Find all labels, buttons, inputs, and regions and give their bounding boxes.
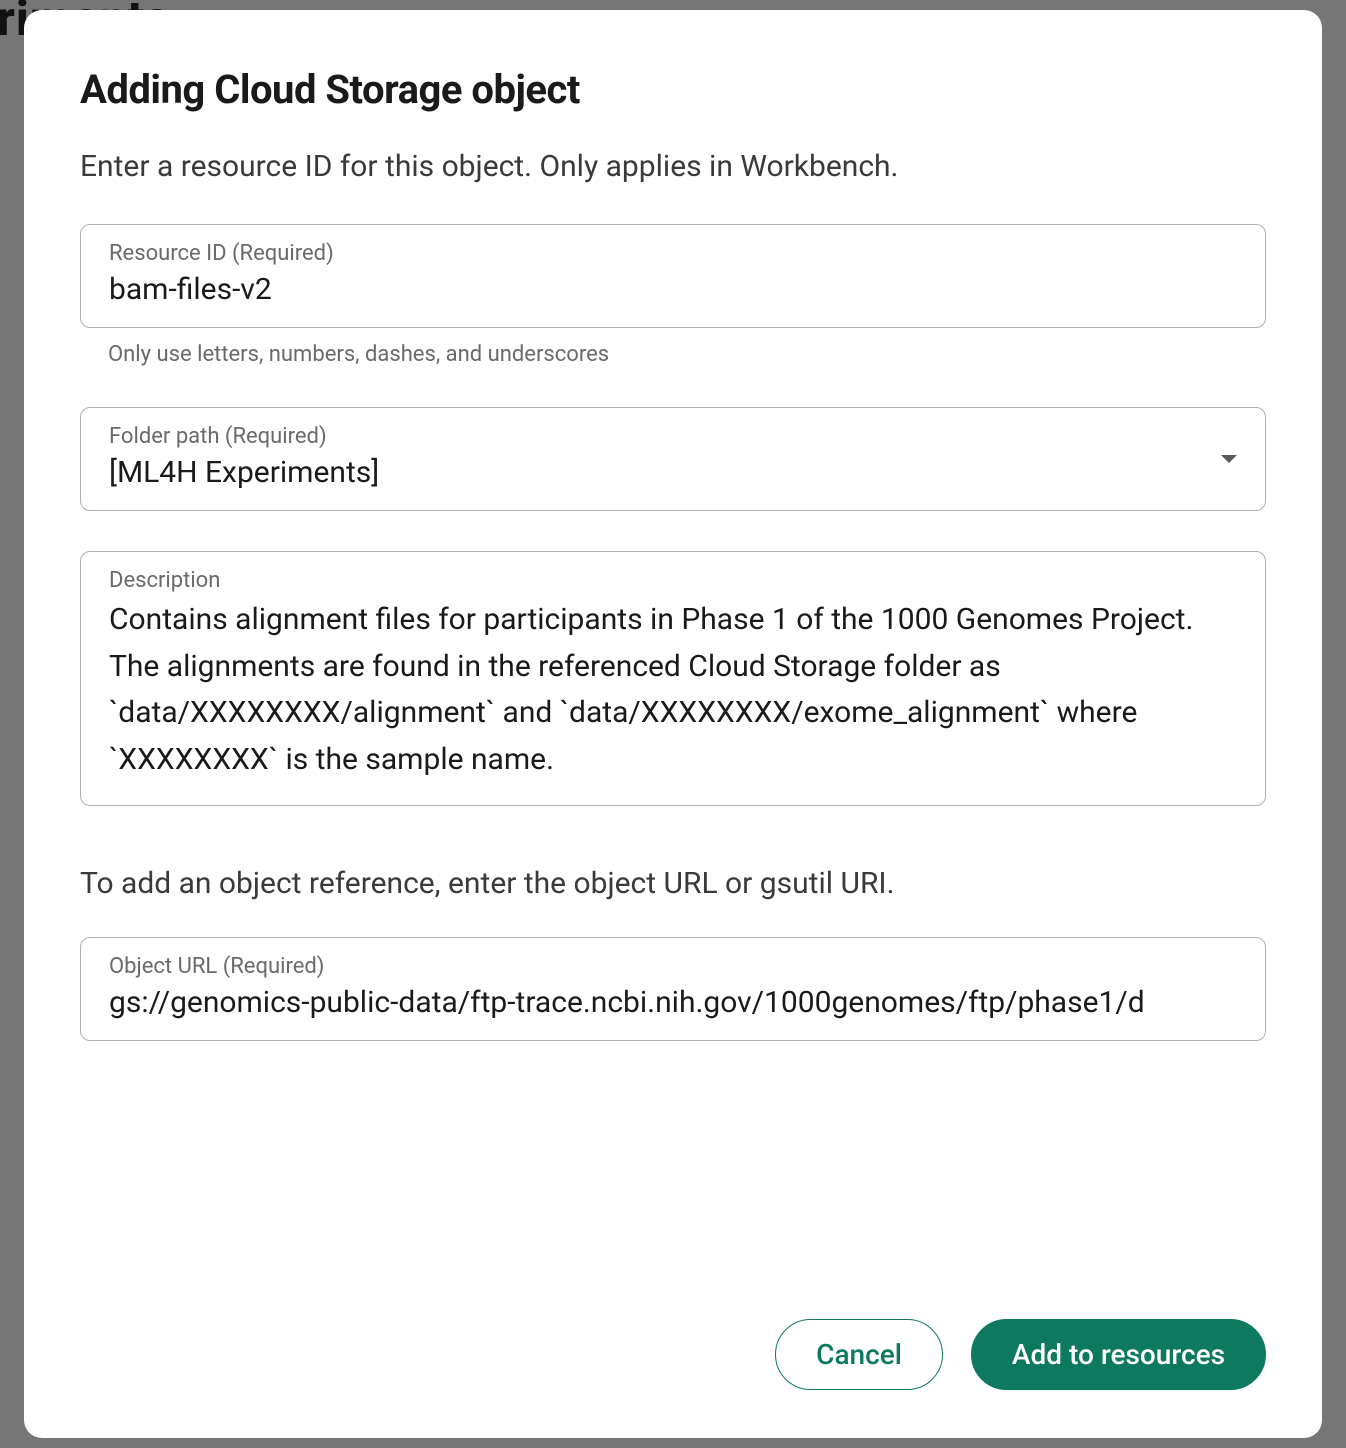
modal-title: Adding Cloud Storage object	[80, 66, 1266, 113]
folder-path-field-group: Folder path (Required) [ML4H Experiments…	[80, 407, 1266, 511]
resource-id-label: Resource ID (Required)	[109, 241, 1237, 266]
chevron-down-icon	[1221, 455, 1237, 463]
folder-path-label: Folder path (Required)	[109, 424, 1237, 449]
object-url-label: Object URL (Required)	[109, 954, 1237, 979]
cancel-button[interactable]: Cancel	[775, 1319, 943, 1390]
resource-id-input-wrapper[interactable]: Resource ID (Required)	[80, 224, 1266, 328]
object-url-input[interactable]	[109, 983, 1237, 1022]
add-cloud-storage-modal: Adding Cloud Storage object Enter a reso…	[24, 10, 1322, 1438]
description-wrapper[interactable]: Description Contains alignment files for…	[80, 551, 1266, 806]
resource-id-field-group: Resource ID (Required) Only use letters,…	[80, 224, 1266, 367]
modal-actions: Cancel Add to resources	[80, 1279, 1266, 1390]
description-textarea[interactable]: Contains alignment files for participant…	[109, 597, 1237, 783]
description-label: Description	[109, 568, 1237, 593]
folder-path-value: [ML4H Experiments]	[109, 453, 1237, 492]
resource-id-helper: Only use letters, numbers, dashes, and u…	[80, 342, 1266, 367]
object-url-field-group: Object URL (Required)	[80, 937, 1266, 1041]
object-url-input-wrapper[interactable]: Object URL (Required)	[80, 937, 1266, 1041]
folder-path-select[interactable]: Folder path (Required) [ML4H Experiments…	[80, 407, 1266, 511]
add-to-resources-button[interactable]: Add to resources	[971, 1319, 1266, 1390]
modal-subtitle: Enter a resource ID for this object. Onl…	[80, 149, 1266, 184]
object-ref-instruction: To add an object reference, enter the ob…	[80, 866, 1266, 901]
resource-id-input[interactable]	[109, 270, 1237, 309]
description-field-group: Description Contains alignment files for…	[80, 551, 1266, 806]
